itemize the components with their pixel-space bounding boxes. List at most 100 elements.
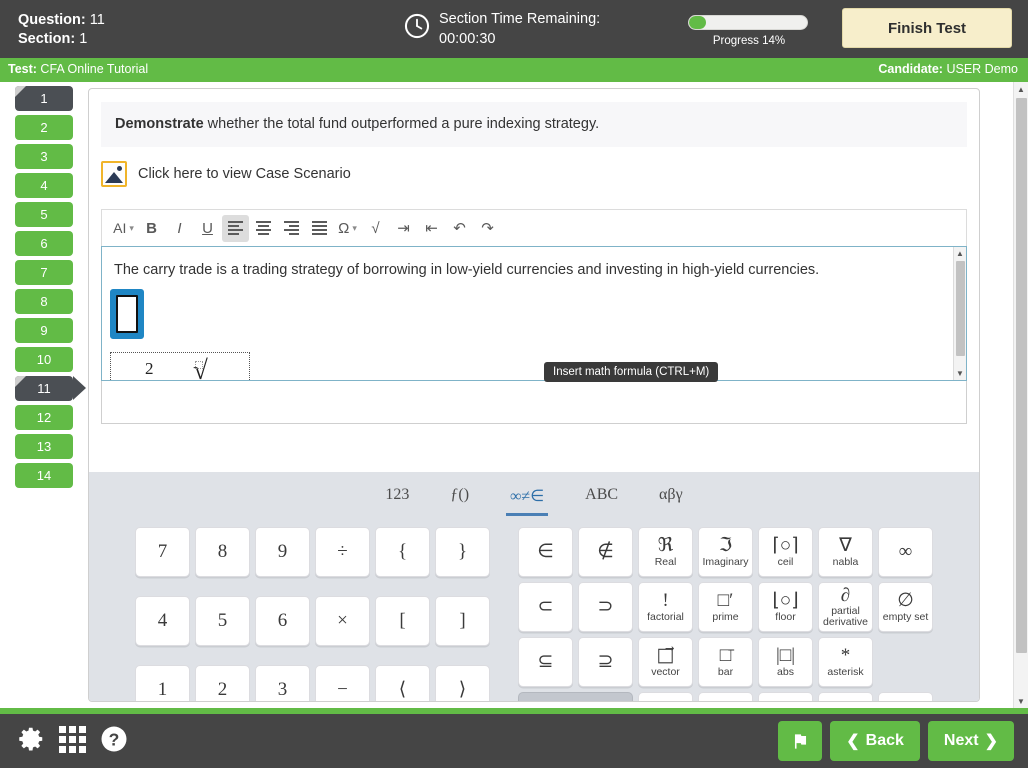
italic-button[interactable]: I (166, 215, 193, 242)
nav-question-11[interactable]: 11 (15, 376, 86, 401)
nav-question-3[interactable]: 3 (15, 144, 73, 169)
key-abs[interactable]: |□| abs (758, 637, 813, 687)
key-element-of[interactable]: ∈ (518, 527, 573, 577)
key-ceil[interactable]: ⌈○⌉ ceil (758, 527, 813, 577)
math-formula-button[interactable]: √ (362, 215, 389, 242)
key-row4-2[interactable] (758, 692, 813, 701)
math-tab-4[interactable]: αβγ (655, 484, 687, 516)
align-left-button[interactable] (222, 214, 249, 242)
math-tab-0[interactable]: 123 (381, 484, 413, 516)
math-tab-3[interactable]: ABC (581, 484, 622, 516)
back-button[interactable]: ❮ Back (830, 721, 920, 761)
nav-question-2[interactable]: 2 (15, 115, 73, 140)
align-right-button[interactable] (278, 215, 305, 242)
nav-question-1[interactable]: 1 (15, 86, 73, 111)
key-subset-equal[interactable]: ⊆ (518, 637, 573, 687)
nav-question-4[interactable]: 4 (15, 173, 73, 198)
key-angle-open[interactable]: ⟨ (375, 664, 430, 701)
key-9[interactable]: 9 (255, 527, 310, 577)
key-brace-open[interactable]: { (375, 527, 430, 577)
redo-button[interactable]: ↷ (474, 215, 501, 242)
next-button[interactable]: Next ❯ (927, 721, 1014, 761)
key-2[interactable]: 2 (195, 664, 250, 701)
nav-question-7[interactable]: 7 (15, 260, 73, 285)
help-icon[interactable]: ? (99, 724, 129, 754)
nav-question-5[interactable]: 5 (15, 202, 73, 227)
key-prime[interactable]: □′ prime (698, 582, 753, 632)
math-placeholder-selected[interactable] (110, 289, 144, 339)
editor-scroll-up-icon[interactable]: ▲ (954, 247, 966, 260)
page-scroll-thumb[interactable] (1016, 98, 1027, 653)
key-6[interactable]: 6 (255, 595, 310, 646)
key-backspace[interactable]: ⌫ (518, 692, 633, 701)
undo-button[interactable]: ↶ (446, 215, 473, 242)
key-real[interactable]: ℜ Real (638, 527, 693, 577)
key-vector[interactable]: □⃗ vector (638, 637, 693, 687)
key-minus[interactable]: − (315, 664, 370, 701)
timer-label: Section Time Remaining: (439, 11, 601, 27)
math-tab-2[interactable]: ∞≠∈ (506, 484, 549, 516)
key-3[interactable]: 3 (255, 664, 310, 701)
underline-button[interactable]: U (194, 215, 221, 242)
key-bracket-open[interactable]: [ (375, 595, 430, 646)
editor-scrollbar[interactable]: ▲ ▼ (953, 247, 966, 380)
math-tab-1[interactable]: ƒ() (446, 484, 473, 516)
question-stem-command: Demonstrate (115, 116, 204, 132)
key-bracket-close[interactable]: ] (435, 595, 490, 646)
key-row4-0[interactable] (638, 692, 693, 701)
indent-button[interactable]: ⇥ (390, 215, 417, 242)
key-angle-close[interactable]: ⟩ (435, 664, 490, 701)
key-floor[interactable]: ⌊○⌋ floor (758, 582, 813, 632)
key-imaginary[interactable]: ℑ Imaginary (698, 527, 753, 577)
nav-question-14[interactable]: 14 (15, 463, 73, 488)
key-brace-close[interactable]: } (435, 527, 490, 577)
key-row4-3[interactable] (818, 692, 873, 701)
key-superset-equal[interactable]: ⊇ (578, 637, 633, 687)
align-center-button[interactable] (250, 215, 277, 242)
key-row4-4[interactable] (878, 692, 933, 701)
nav-question-13[interactable]: 13 (15, 434, 73, 459)
editor-scroll-down-icon[interactable]: ▼ (954, 367, 966, 380)
outdent-button[interactable]: ⇤ (418, 215, 445, 242)
nav-question-6[interactable]: 6 (15, 231, 73, 256)
key-factorial[interactable]: ! factorial (638, 582, 693, 632)
gear-icon[interactable] (16, 724, 46, 754)
key-partial-derivative[interactable]: ∂ partial derivative (818, 582, 873, 632)
flag-question-button[interactable] (778, 721, 823, 761)
key-divide[interactable]: ÷ (315, 527, 370, 577)
key-empty-set[interactable]: ∅ empty set (878, 582, 933, 632)
special-char-button[interactable]: Ω ▾ (334, 215, 361, 242)
key-bar[interactable]: □̄ bar (698, 637, 753, 687)
editor-scroll-thumb[interactable] (956, 261, 965, 356)
editor-text-area[interactable]: The carry trade is a trading strategy of… (101, 246, 967, 381)
key-asterisk[interactable]: * asterisk (818, 637, 873, 687)
case-scenario-link[interactable]: Click here to view Case Scenario (101, 161, 979, 187)
align-justify-button[interactable] (306, 215, 333, 242)
key-subset[interactable]: ⊂ (518, 582, 573, 632)
key-1[interactable]: 1 (135, 664, 190, 701)
key-infinity[interactable]: ∞ (878, 527, 933, 577)
key-nabla[interactable]: ∇ nabla (818, 527, 873, 577)
key-row4-1[interactable] (698, 692, 753, 701)
nav-question-8[interactable]: 8 (15, 289, 73, 314)
page-scrollbar[interactable]: ▲ ▼ (1013, 82, 1028, 708)
bold-button[interactable]: B (138, 215, 165, 242)
ai-menu-button[interactable]: AI ▾ (110, 215, 137, 242)
nav-question-10[interactable]: 10 (15, 347, 73, 372)
page-scroll-up-icon[interactable]: ▲ (1014, 82, 1028, 96)
key-5[interactable]: 5 (195, 595, 250, 646)
finish-test-button[interactable]: Finish Test (842, 8, 1012, 48)
key-4[interactable]: 4 (135, 595, 190, 646)
key-multiply[interactable]: × (315, 595, 370, 646)
grid-icon[interactable] (59, 725, 86, 753)
key-7[interactable]: 7 (135, 527, 190, 577)
math-expression-fragment[interactable]: 2 √ (110, 352, 250, 380)
nav-question-9[interactable]: 9 (15, 318, 73, 343)
italic-label: I (177, 219, 182, 237)
key-not-element-of[interactable]: ∉ (578, 527, 633, 577)
editor-secondary-area[interactable] (101, 381, 967, 424)
nav-question-12[interactable]: 12 (15, 405, 73, 430)
page-scroll-down-icon[interactable]: ▼ (1014, 694, 1028, 708)
key-8[interactable]: 8 (195, 527, 250, 577)
key-superset[interactable]: ⊃ (578, 582, 633, 632)
